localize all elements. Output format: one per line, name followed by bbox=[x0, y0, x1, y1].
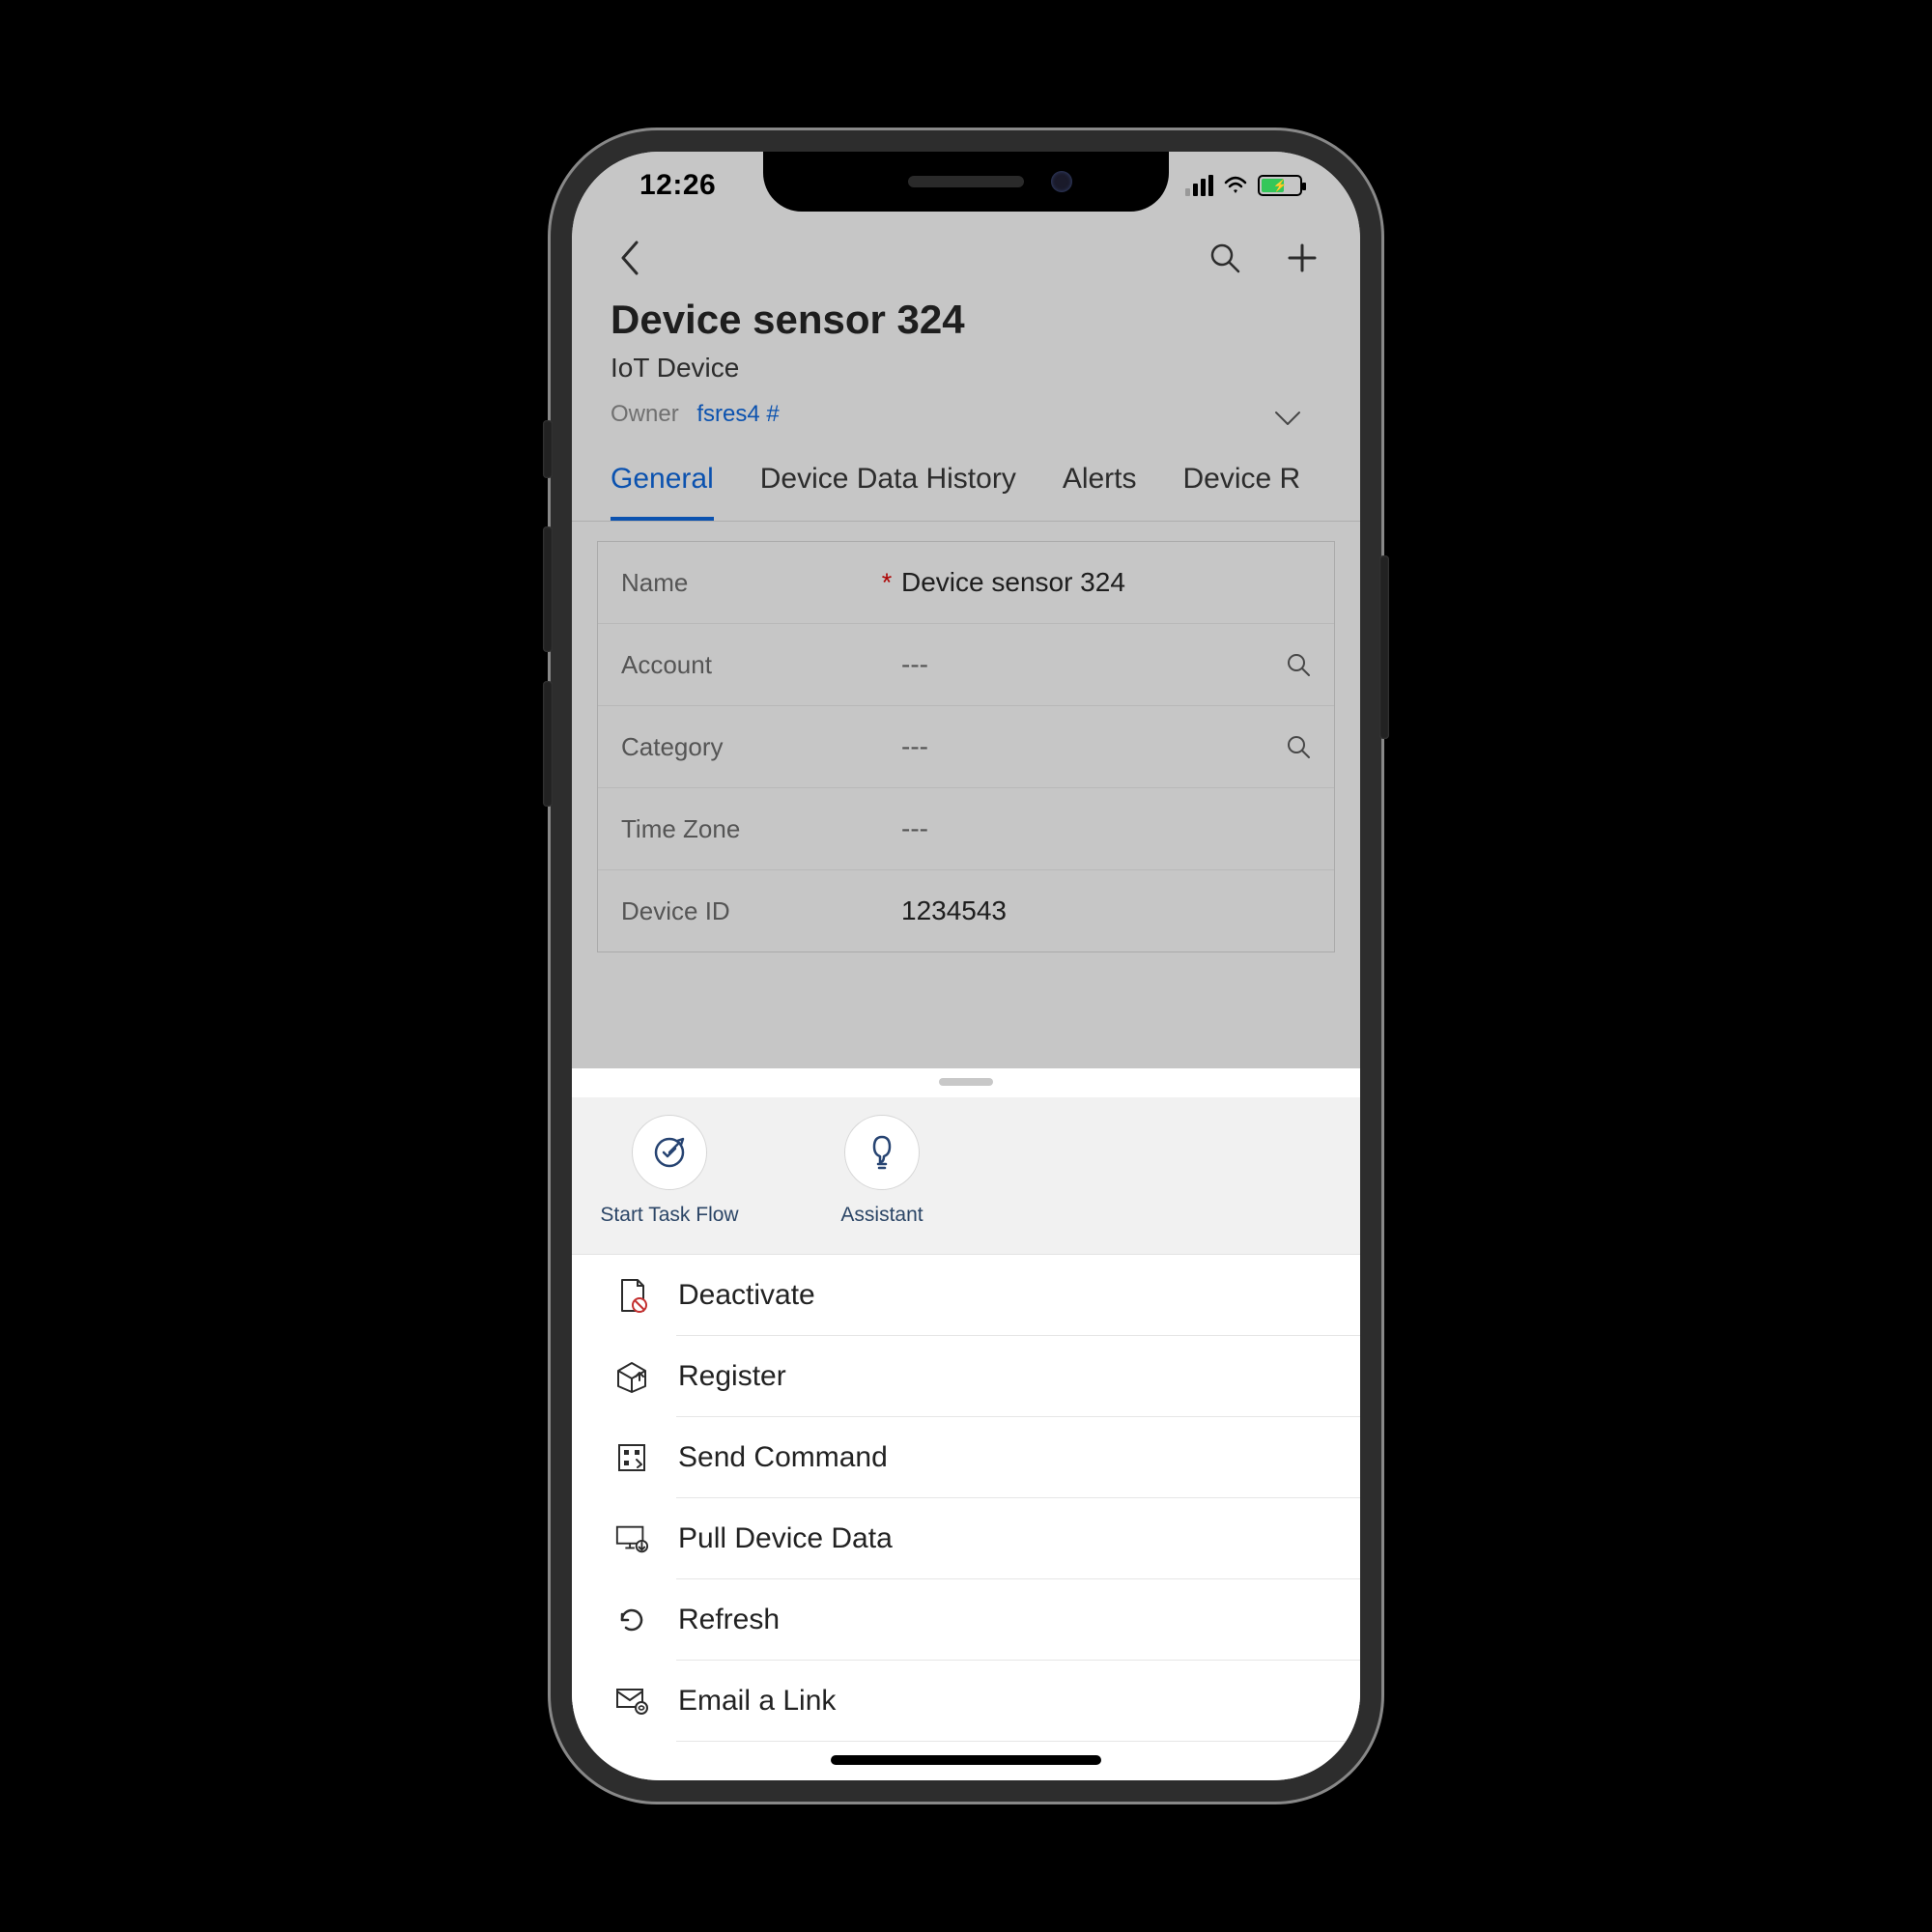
form-card: Name * Device sensor 324 Account --- Cat… bbox=[597, 541, 1335, 952]
field-value: --- bbox=[901, 649, 1286, 680]
action-label: Register bbox=[678, 1360, 786, 1393]
action-label: Pull Device Data bbox=[678, 1522, 893, 1555]
sheet-quick-actions: Start Task Flow Assistant bbox=[572, 1097, 1360, 1255]
lookup-icon[interactable] bbox=[1286, 652, 1311, 677]
side-button bbox=[543, 681, 553, 807]
search-icon bbox=[1286, 734, 1311, 759]
required-indicator: * bbox=[872, 568, 901, 598]
action-label: Email a Link bbox=[678, 1685, 836, 1718]
action-refresh[interactable]: Refresh bbox=[572, 1579, 1360, 1661]
add-button[interactable] bbox=[1283, 239, 1321, 277]
plus-icon bbox=[1286, 242, 1319, 274]
field-label: Device ID bbox=[621, 896, 872, 926]
field-label: Account bbox=[621, 650, 872, 680]
field-value: --- bbox=[901, 813, 1311, 844]
tab-device-r[interactable]: Device R bbox=[1183, 447, 1301, 521]
task-flow-icon bbox=[632, 1115, 707, 1190]
action-label: Refresh bbox=[678, 1604, 780, 1636]
pull-data-icon bbox=[614, 1521, 649, 1556]
action-deactivate[interactable]: Deactivate bbox=[572, 1255, 1360, 1336]
field-label: Name bbox=[621, 568, 872, 598]
action-pull-device-data[interactable]: Pull Device Data bbox=[572, 1498, 1360, 1579]
chevron-down-icon bbox=[1273, 409, 1302, 428]
action-send-command[interactable]: Send Command bbox=[572, 1417, 1360, 1498]
field-name[interactable]: Name * Device sensor 324 bbox=[598, 542, 1334, 624]
page-header: Device sensor 324 IoT Device Owner fsres… bbox=[572, 287, 1360, 447]
email-link-icon bbox=[614, 1684, 649, 1719]
side-button bbox=[543, 420, 553, 478]
cellular-icon bbox=[1185, 175, 1213, 196]
field-category[interactable]: Category --- bbox=[598, 706, 1334, 788]
owner-label: Owner bbox=[611, 401, 679, 427]
owner-link[interactable]: fsres4 # bbox=[696, 401, 779, 427]
notch bbox=[763, 152, 1169, 212]
field-value: --- bbox=[901, 731, 1286, 762]
field-value: 1234543 bbox=[901, 895, 1311, 926]
action-label: Deactivate bbox=[678, 1279, 815, 1312]
send-command-icon bbox=[614, 1440, 649, 1475]
action-label: Send Command bbox=[678, 1441, 888, 1474]
field-value: Device sensor 324 bbox=[901, 567, 1311, 598]
chevron-left-icon bbox=[617, 239, 642, 277]
refresh-icon bbox=[614, 1603, 649, 1637]
nav-bar bbox=[572, 219, 1360, 287]
search-icon bbox=[1286, 652, 1311, 677]
screen: 12:26 ⚡ bbox=[572, 152, 1360, 1780]
quick-action-label: Assistant bbox=[840, 1204, 923, 1227]
tab-alerts[interactable]: Alerts bbox=[1063, 447, 1137, 521]
page-subtitle: IoT Device bbox=[611, 353, 1321, 384]
field-label: Category bbox=[621, 732, 872, 762]
field-timezone[interactable]: Time Zone --- bbox=[598, 788, 1334, 870]
register-icon bbox=[614, 1359, 649, 1394]
field-label: Time Zone bbox=[621, 814, 872, 844]
owner-row: Owner fsres4 # bbox=[611, 401, 1321, 428]
speaker bbox=[908, 176, 1024, 187]
quick-action-task-flow[interactable]: Start Task Flow bbox=[597, 1115, 742, 1227]
home-indicator[interactable] bbox=[831, 1755, 1101, 1765]
action-sheet: Start Task Flow Assistant Deactivate bbox=[572, 1068, 1360, 1780]
search-icon bbox=[1208, 242, 1241, 274]
action-email-link[interactable]: Email a Link bbox=[572, 1661, 1360, 1742]
side-button bbox=[543, 526, 553, 652]
expand-button[interactable] bbox=[1273, 409, 1302, 428]
deactivate-icon bbox=[614, 1278, 649, 1313]
status-indicators: ⚡ bbox=[1185, 175, 1302, 196]
status-time: 12:26 bbox=[639, 169, 716, 202]
tab-bar: General Device Data History Alerts Devic… bbox=[572, 447, 1360, 522]
tab-device-data-history[interactable]: Device Data History bbox=[760, 447, 1016, 521]
back-button[interactable] bbox=[611, 239, 649, 277]
page-title: Device sensor 324 bbox=[611, 297, 1321, 343]
quick-action-label: Start Task Flow bbox=[600, 1204, 738, 1227]
quick-action-assistant[interactable]: Assistant bbox=[810, 1115, 954, 1227]
sheet-grabber[interactable] bbox=[939, 1078, 993, 1086]
field-account[interactable]: Account --- bbox=[598, 624, 1334, 706]
field-device-id[interactable]: Device ID 1234543 bbox=[598, 870, 1334, 952]
lookup-icon[interactable] bbox=[1286, 734, 1311, 759]
camera bbox=[1051, 171, 1072, 192]
tab-general[interactable]: General bbox=[611, 447, 714, 522]
assistant-icon bbox=[844, 1115, 920, 1190]
sheet-list: Deactivate Register Send Command bbox=[572, 1255, 1360, 1742]
action-register[interactable]: Register bbox=[572, 1336, 1360, 1417]
phone-frame: 12:26 ⚡ bbox=[551, 130, 1381, 1802]
search-button[interactable] bbox=[1206, 239, 1244, 277]
wifi-icon bbox=[1223, 176, 1248, 195]
side-button bbox=[1379, 555, 1389, 739]
battery-icon: ⚡ bbox=[1258, 175, 1302, 196]
